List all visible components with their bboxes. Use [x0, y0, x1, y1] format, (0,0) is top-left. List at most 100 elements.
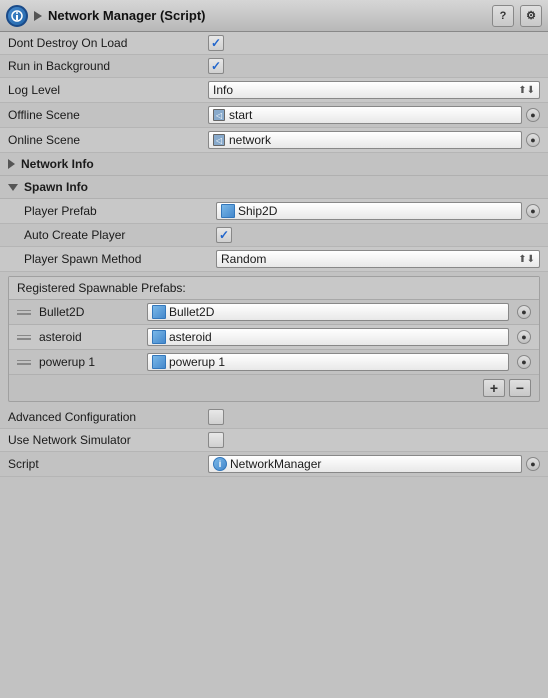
spawnable-cube-powerup1	[152, 355, 166, 369]
online-scene-icon: ◁	[213, 134, 225, 146]
player-prefab-picker[interactable]: ●	[526, 204, 540, 218]
component-header: Network Manager (Script) ? ⚙	[0, 0, 548, 32]
player-spawn-method-label: Player Spawn Method	[24, 252, 216, 266]
script-row: Script i NetworkManager ●	[0, 452, 548, 477]
spawnable-section: Registered Spawnable Prefabs: Bullet2D B…	[8, 276, 540, 402]
network-simulator-row: Use Network Simulator	[0, 429, 548, 452]
component-title: Network Manager (Script)	[48, 8, 486, 23]
auto-create-player-value	[216, 227, 540, 243]
dont-destroy-value	[208, 35, 540, 51]
dont-destroy-checkbox[interactable]	[208, 35, 224, 51]
script-field[interactable]: i NetworkManager	[208, 455, 522, 473]
offline-scene-value: ◁ start ●	[208, 106, 540, 124]
script-value: i NetworkManager ●	[208, 455, 540, 473]
run-background-label: Run in Background	[8, 59, 208, 73]
spawnable-name-bullet2d: Bullet2D	[39, 305, 139, 319]
spawnable-cube-asteroid	[152, 330, 166, 344]
spawnable-header-text: Registered Spawnable Prefabs:	[17, 281, 186, 295]
auto-create-player-checkbox[interactable]	[216, 227, 232, 243]
network-simulator-value	[208, 432, 540, 448]
player-prefab-value: Ship2D ●	[216, 202, 540, 220]
player-prefab-field[interactable]: Ship2D	[216, 202, 522, 220]
spawnable-value-powerup1: powerup 1	[169, 355, 225, 369]
network-info-label: Network Info	[21, 157, 94, 171]
online-scene-value: ◁ network ●	[208, 131, 540, 149]
online-scene-label: Online Scene	[8, 133, 208, 147]
online-scene-field[interactable]: ◁ network	[208, 131, 522, 149]
spawnable-header: Registered Spawnable Prefabs:	[9, 277, 539, 300]
spawnable-picker-asteroid[interactable]: ●	[517, 330, 531, 344]
player-prefab-label: Player Prefab	[24, 204, 216, 218]
offline-scene-label: Offline Scene	[8, 108, 208, 122]
foldout-triangle[interactable]	[34, 11, 42, 21]
offline-scene-field[interactable]: ◁ start	[208, 106, 522, 124]
advanced-config-checkbox[interactable]	[208, 409, 224, 425]
spawnable-field-powerup1[interactable]: powerup 1	[147, 353, 509, 371]
spawnable-value-asteroid: asteroid	[169, 330, 212, 344]
spawnable-name-asteroid: asteroid	[39, 330, 139, 344]
log-level-row: Log Level Info ⬆⬇	[0, 78, 548, 103]
offline-scene-text: start	[229, 108, 252, 122]
network-simulator-checkbox[interactable]	[208, 432, 224, 448]
player-prefab-text: Ship2D	[238, 204, 277, 218]
run-background-value	[208, 58, 540, 74]
spawn-info-section[interactable]: Spawn Info	[0, 176, 548, 199]
spawnable-remove-button[interactable]: −	[509, 379, 531, 397]
settings-button[interactable]: ⚙	[520, 5, 542, 27]
auto-create-player-label: Auto Create Player	[24, 228, 216, 242]
auto-create-player-row: Auto Create Player	[0, 224, 548, 247]
spawnable-field-asteroid[interactable]: asteroid	[147, 328, 509, 346]
inspector-panel: Network Manager (Script) ? ⚙ Dont Destro…	[0, 0, 548, 477]
script-label: Script	[8, 457, 208, 471]
spawnable-row-bullet2d: Bullet2D Bullet2D ●	[9, 300, 539, 325]
dont-destroy-row: Dont Destroy On Load	[0, 32, 548, 55]
advanced-config-label: Advanced Configuration	[8, 410, 208, 424]
advanced-config-row: Advanced Configuration	[0, 406, 548, 429]
component-icon	[6, 5, 28, 27]
network-info-triangle	[8, 159, 15, 169]
player-prefab-cube-icon	[221, 204, 235, 218]
spawnable-add-button[interactable]: +	[483, 379, 505, 397]
offline-scene-picker[interactable]: ●	[526, 108, 540, 122]
player-spawn-method-value: Random ⬆⬇	[216, 250, 540, 268]
spawnable-value-bullet2d: Bullet2D	[169, 305, 214, 319]
script-picker[interactable]: ●	[526, 457, 540, 471]
drag-handle-bullet2d[interactable]	[17, 310, 31, 315]
drag-handle-asteroid[interactable]	[17, 335, 31, 340]
spawnable-actions: + −	[9, 375, 539, 401]
player-prefab-row: Player Prefab Ship2D ●	[0, 199, 548, 224]
log-level-dropdown-arrow: ⬆⬇	[518, 85, 535, 96]
spawnable-picker-powerup1[interactable]: ●	[517, 355, 531, 369]
log-level-value: Info ⬆⬇	[208, 81, 540, 99]
player-spawn-method-row: Player Spawn Method Random ⬆⬇	[0, 247, 548, 272]
script-text: NetworkManager	[230, 457, 321, 471]
spawnable-cube-bullet2d	[152, 305, 166, 319]
player-spawn-method-dropdown-arrow: ⬆⬇	[518, 254, 535, 265]
online-scene-row: Online Scene ◁ network ●	[0, 128, 548, 153]
spawnable-row-powerup1: powerup 1 powerup 1 ●	[9, 350, 539, 375]
spawn-info-triangle	[8, 184, 18, 191]
offline-scene-row: Offline Scene ◁ start ●	[0, 103, 548, 128]
offline-scene-icon: ◁	[213, 109, 225, 121]
spawnable-picker-bullet2d[interactable]: ●	[517, 305, 531, 319]
help-button[interactable]: ?	[492, 5, 514, 27]
advanced-config-value	[208, 409, 540, 425]
spawnable-name-powerup1: powerup 1	[39, 355, 139, 369]
player-spawn-method-dropdown-value: Random	[221, 252, 266, 266]
drag-handle-powerup1[interactable]	[17, 360, 31, 365]
log-level-dropdown[interactable]: Info ⬆⬇	[208, 81, 540, 99]
dont-destroy-label: Dont Destroy On Load	[8, 36, 208, 50]
spawnable-field-bullet2d[interactable]: Bullet2D	[147, 303, 509, 321]
log-level-label: Log Level	[8, 83, 208, 97]
run-background-checkbox[interactable]	[208, 58, 224, 74]
spawnable-row-asteroid: asteroid asteroid ●	[9, 325, 539, 350]
network-info-section[interactable]: Network Info	[0, 153, 548, 176]
spawn-info-label: Spawn Info	[24, 180, 88, 194]
network-simulator-label: Use Network Simulator	[8, 433, 208, 447]
online-scene-picker[interactable]: ●	[526, 133, 540, 147]
run-background-row: Run in Background	[0, 55, 548, 78]
player-spawn-method-dropdown[interactable]: Random ⬆⬇	[216, 250, 540, 268]
online-scene-text: network	[229, 133, 271, 147]
log-level-dropdown-value: Info	[213, 83, 233, 97]
script-icon: i	[213, 457, 227, 471]
